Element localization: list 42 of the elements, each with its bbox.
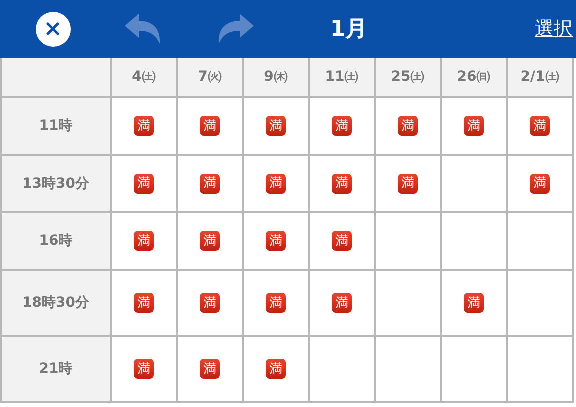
full-badge[interactable]: 満 bbox=[332, 231, 352, 251]
full-badge[interactable]: 満 bbox=[530, 174, 550, 194]
time-cell: 16時 bbox=[0, 213, 112, 271]
full-badge[interactable]: 満 bbox=[266, 174, 286, 194]
full-badge[interactable]: 満 bbox=[200, 231, 220, 251]
date-header: 4㈯ bbox=[112, 58, 178, 98]
time-cell: 13時30分 bbox=[0, 156, 112, 213]
date-header: 9㈭ bbox=[244, 58, 310, 98]
full-badge[interactable]: 満 bbox=[266, 293, 286, 313]
full-badge[interactable]: 満 bbox=[200, 116, 220, 136]
empty-cell bbox=[376, 337, 442, 403]
month-title: 1月 bbox=[330, 16, 368, 44]
time-cell: 11時 bbox=[0, 98, 112, 156]
full-badge[interactable]: 満 bbox=[266, 359, 286, 379]
time-cell: 21時 bbox=[0, 337, 112, 403]
full-badge[interactable]: 満 bbox=[398, 174, 418, 194]
date-header: 26㈰ bbox=[442, 58, 508, 98]
full-badge[interactable]: 満 bbox=[464, 116, 484, 136]
full-badge[interactable]: 満 bbox=[200, 174, 220, 194]
full-badge[interactable]: 満 bbox=[266, 116, 286, 136]
date-header: 2/1㈯ bbox=[508, 58, 574, 98]
full-badge[interactable]: 満 bbox=[266, 231, 286, 251]
full-badge[interactable]: 満 bbox=[134, 116, 154, 136]
full-badge[interactable]: 満 bbox=[134, 174, 154, 194]
full-badge[interactable]: 満 bbox=[332, 293, 352, 313]
full-badge[interactable]: 満 bbox=[332, 116, 352, 136]
full-badge[interactable]: 満 bbox=[134, 293, 154, 313]
select-link[interactable]: 選択 bbox=[535, 16, 573, 42]
close-button[interactable] bbox=[36, 12, 70, 46]
full-badge[interactable]: 満 bbox=[332, 174, 352, 194]
full-badge[interactable]: 満 bbox=[134, 359, 154, 379]
full-badge[interactable]: 満 bbox=[200, 359, 220, 379]
full-badge[interactable]: 満 bbox=[200, 293, 220, 313]
empty-cell bbox=[508, 337, 574, 403]
time-cell: 18時30分 bbox=[0, 271, 112, 337]
full-badge[interactable]: 満 bbox=[398, 116, 418, 136]
full-badge[interactable]: 満 bbox=[530, 116, 550, 136]
date-header: 7㈫ bbox=[178, 58, 244, 98]
full-badge[interactable]: 満 bbox=[464, 293, 484, 313]
full-badge[interactable]: 満 bbox=[134, 231, 154, 251]
date-header: 11㈯ bbox=[310, 58, 376, 98]
date-header: 25㈯ bbox=[376, 58, 442, 98]
